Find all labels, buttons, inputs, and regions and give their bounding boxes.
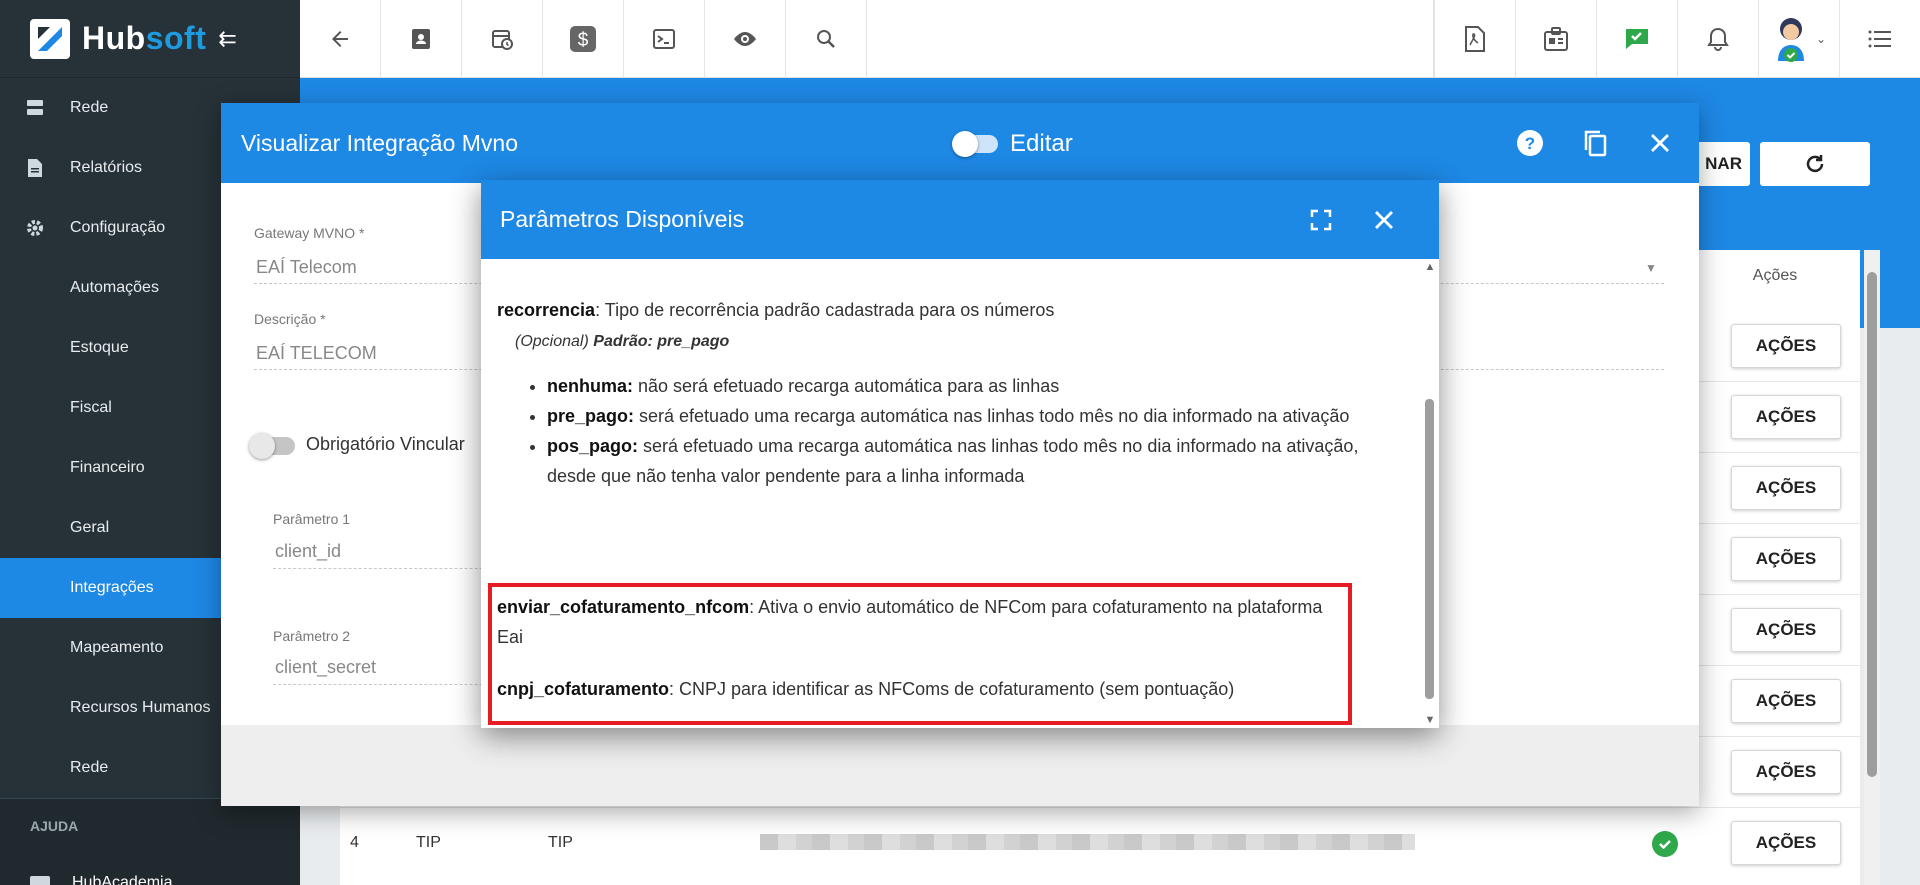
edit-toggle-label: Editar <box>1010 130 1073 157</box>
sidebar-item-label: Integrações <box>70 579 154 596</box>
sidebar-item-label: Relatórios <box>70 159 143 176</box>
menu-collapse-icon[interactable]: ⇇ <box>218 26 236 52</box>
contact-card-icon[interactable] <box>381 0 462 78</box>
option-list: nenhuma: não será efetuado recarga autom… <box>547 371 1405 491</box>
sidebar-item-label: HubAcademia <box>72 874 173 885</box>
help-icon[interactable]: ? <box>1512 125 1547 160</box>
obrigatorio-toggle[interactable] <box>249 433 295 459</box>
modal-header: Visualizar Integração Mvno Editar ? <box>221 103 1699 183</box>
server-icon <box>0 98 70 118</box>
sidebar-item-label: Configuração <box>70 219 166 236</box>
logo-icon <box>30 18 70 59</box>
option-item: pos_pago: será efetuado uma recarga auto… <box>547 431 1405 491</box>
acoes-button[interactable]: AÇÕES <box>1731 679 1841 723</box>
back-arrow-icon[interactable] <box>300 0 381 78</box>
document-icon <box>0 158 70 178</box>
modal-scrollbar[interactable]: ▲ ▼ <box>1421 259 1439 728</box>
acoes-button[interactable]: AÇÕES <box>1731 750 1841 794</box>
gear-icon <box>0 218 70 238</box>
table-cell-col2: TIP <box>548 834 573 851</box>
sidebar-section-ajuda: AJUDA <box>0 798 300 853</box>
gateway-select[interactable]: EAÍ Telecom <box>256 257 357 278</box>
highlighted-params: enviar_cofaturamento_nfcom: Ativa o envi… <box>497 592 1337 704</box>
acoes-button[interactable]: AÇÕES <box>1731 395 1841 439</box>
param-optional-note: (Opcional) Padrão: pre_pago <box>515 333 730 350</box>
terminal-icon[interactable] <box>624 0 705 78</box>
svg-text:$: $ <box>578 30 589 51</box>
acoes-button[interactable]: AÇÕES <box>1731 466 1841 510</box>
param-enviar-cofaturamento: enviar_cofaturamento_nfcom: Ativa o envi… <box>497 597 1323 647</box>
param-recorrencia: recorrencia: Tipo de recorrência padrão … <box>497 295 1405 491</box>
dollar-icon[interactable]: $ <box>543 0 624 78</box>
param2-input[interactable]: client_secret <box>275 657 376 678</box>
parametros-disponiveis-modal: Parâmetros Disponíveis recorrencia: Tipo… <box>481 180 1439 728</box>
fullscreen-icon[interactable] <box>1303 202 1338 237</box>
search-icon[interactable] <box>786 0 867 78</box>
close-icon[interactable] <box>1366 202 1401 237</box>
sidebar-item-label: Automações <box>70 279 159 296</box>
param-cnpj-cofaturamento: cnpj_cofaturamento: CNPJ para identifica… <box>497 679 1235 699</box>
eye-icon[interactable] <box>705 0 786 78</box>
bell-icon[interactable] <box>1677 0 1758 78</box>
param1-input[interactable]: client_id <box>275 541 341 562</box>
chat-check-icon[interactable] <box>1596 0 1677 78</box>
sidebar-item-label: Rede <box>70 99 109 116</box>
filter-button[interactable]: NAR <box>1690 142 1750 186</box>
acoes-column-header: Ações <box>1752 267 1798 284</box>
calendar-clock-icon[interactable] <box>462 0 543 78</box>
row-divider <box>340 807 1860 808</box>
acoes-button[interactable]: AÇÕES <box>1731 608 1841 652</box>
sidebar-item-label: Estoque <box>70 339 129 356</box>
user-avatar[interactable]: ⌄ <box>1758 0 1839 78</box>
select-caret-icon: ▼ <box>1645 261 1657 275</box>
refresh-icon <box>1806 155 1824 173</box>
param-desc: : Tipo de recorrência padrão cadastrada … <box>595 300 1055 320</box>
acoes-button[interactable]: AÇÕES <box>1731 821 1841 865</box>
academy-icon <box>30 876 50 885</box>
acoes-button[interactable]: AÇÕES <box>1731 537 1841 581</box>
sidebar-item-hubacademia[interactable]: HubAcademia <box>0 853 300 885</box>
status-check-icon <box>1652 831 1678 857</box>
sidebar-item-label: Geral <box>70 519 110 536</box>
edit-toggle[interactable]: Editar <box>952 130 1073 158</box>
cut-off-line <box>497 259 1405 273</box>
scroll-down-icon[interactable]: ▼ <box>1424 714 1436 726</box>
descricao-input[interactable]: EAÍ TELECOM <box>256 343 377 364</box>
pdf-icon[interactable] <box>1434 0 1515 78</box>
table-cell-col1: TIP <box>416 834 441 851</box>
gateway-label: Gateway MVNO * <box>254 225 365 241</box>
param2-label: Parâmetro 2 <box>273 628 351 644</box>
chevron-down-icon: ⌄ <box>1815 32 1827 46</box>
close-icon[interactable] <box>1642 125 1677 160</box>
sidebar-item-label: Mapeamento <box>70 639 164 656</box>
svg-text:?: ? <box>1524 134 1534 153</box>
sidebar-item-label: Financeiro <box>70 459 145 476</box>
sidebar-item-label: Recursos Humanos <box>70 699 211 716</box>
logo-text: Hubsoft <box>82 20 207 56</box>
scroll-up-icon[interactable]: ▲ <box>1424 261 1436 273</box>
sidebar-item-label: Fiscal <box>70 399 112 416</box>
modal-footer <box>221 725 1699 806</box>
option-item: pre_pago: será efetuado uma recarga auto… <box>547 401 1405 431</box>
acoes-button[interactable]: AÇÕES <box>1731 324 1841 368</box>
list-menu-icon[interactable] <box>1839 0 1920 78</box>
copy-icon[interactable] <box>1577 125 1612 160</box>
obrigatorio-label: Obrigatório Vincular <box>306 434 465 454</box>
modal-title: Visualizar Integração Mvno <box>241 129 518 156</box>
refresh-button[interactable] <box>1760 142 1870 186</box>
badge-id-icon[interactable] <box>1515 0 1596 78</box>
param-name: recorrencia <box>497 300 596 320</box>
topbar: $ ⌄ <box>300 0 1920 78</box>
redacted-cell <box>760 834 1415 850</box>
page-scrollbar[interactable] <box>1864 250 1880 885</box>
table-cell-id: 4 <box>350 834 359 851</box>
sidebar-item-label: Rede <box>70 759 109 776</box>
param1-label: Parâmetro 1 <box>273 511 351 527</box>
logo-bar: Hubsoft ⇇ <box>0 0 300 78</box>
descricao-label: Descrição * <box>254 311 326 327</box>
modal-title: Parâmetros Disponíveis <box>500 206 745 232</box>
option-item: nenhuma: não será efetuado recarga autom… <box>547 371 1405 401</box>
modal-header: Parâmetros Disponíveis <box>481 180 1439 259</box>
